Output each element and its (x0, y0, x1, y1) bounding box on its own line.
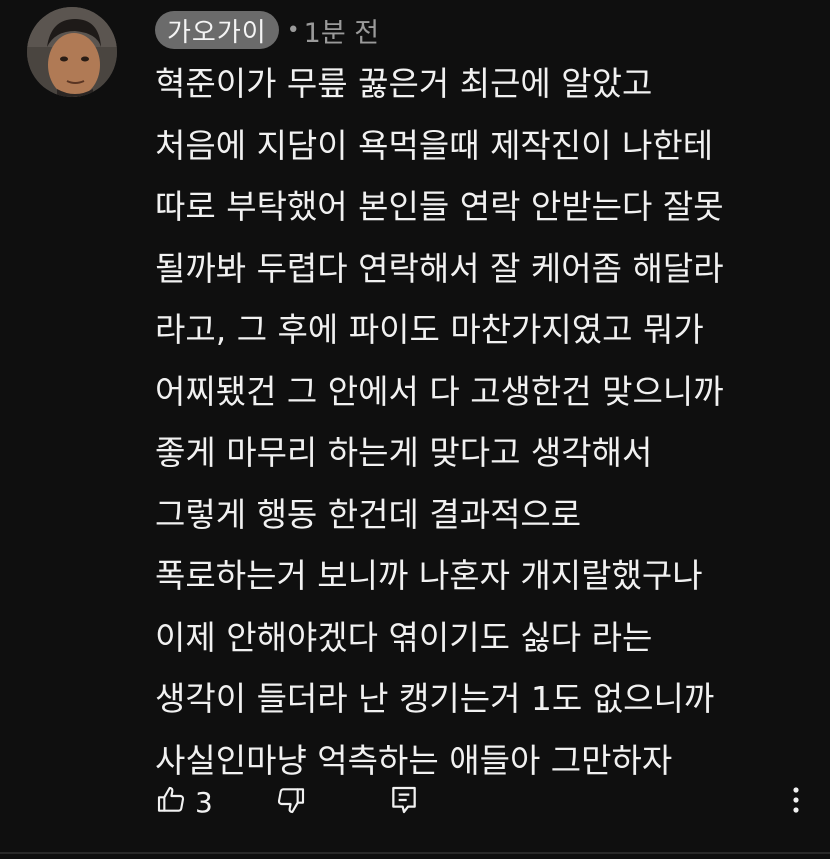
comment-header: 가오가이 • 1분 전 (155, 10, 379, 50)
comment-body: 혁준이가 무릎 꿇은거 최근에 알았고 처음에 지담이 욕먹을때 제작진이 나한… (155, 53, 815, 791)
comment-line: 처음에 지담이 욕먹을때 제작진이 나한테 (155, 125, 714, 165)
comment-line: 그렇게 행동 한건데 결과적으로 (155, 494, 582, 534)
dislike-button[interactable] (275, 778, 307, 826)
comment-line: 라고, 그 후에 파이도 마찬가지였고 뭐가 (155, 310, 704, 349)
avatar-image (27, 7, 117, 97)
reply-icon (389, 784, 419, 820)
reply-button[interactable] (389, 778, 419, 826)
comment-line: 따로 부탁했어 본인들 연락 안받는다 잘못 (155, 187, 724, 226)
comment-line: 이제 안해야겠다 엮이기도 싫다 라는 (155, 617, 653, 657)
like-button[interactable]: 3 (155, 778, 213, 826)
comment-actions: 3 (155, 778, 815, 826)
comment-line: 어찌됐건 그 안에서 다 고생한건 맞으니까 (155, 371, 724, 411)
timestamp[interactable]: 1분 전 (304, 11, 379, 50)
like-count: 3 (195, 785, 213, 819)
divider (0, 852, 830, 854)
comment-line: 될까봐 두렵다 연락해서 잘 케어좀 해달라 (155, 248, 724, 288)
more-options-button[interactable] (790, 778, 802, 826)
avatar[interactable] (27, 7, 117, 97)
comment-line: 생각이 들더라 난 캥기는거 1도 없으니까 (155, 679, 715, 718)
more-vert-icon (790, 784, 802, 820)
separator-dot: • (286, 17, 300, 43)
comment-line: 좋게 마무리 하는게 맞다고 생각해서 (155, 433, 653, 472)
comment-line: 폭로하는거 보니까 나혼자 개지랄했구나 (155, 556, 703, 595)
comment-thread: 가오가이 • 1분 전 혁준이가 무릎 꿇은거 최근에 알았고 처음에 지담이 … (0, 0, 830, 859)
thumbs-up-icon (155, 784, 187, 820)
thumbs-down-icon (275, 784, 307, 820)
comment-line: 혁준이가 무릎 꿇은거 최근에 알았고 (155, 64, 653, 103)
author-name[interactable]: 가오가이 (155, 11, 279, 49)
